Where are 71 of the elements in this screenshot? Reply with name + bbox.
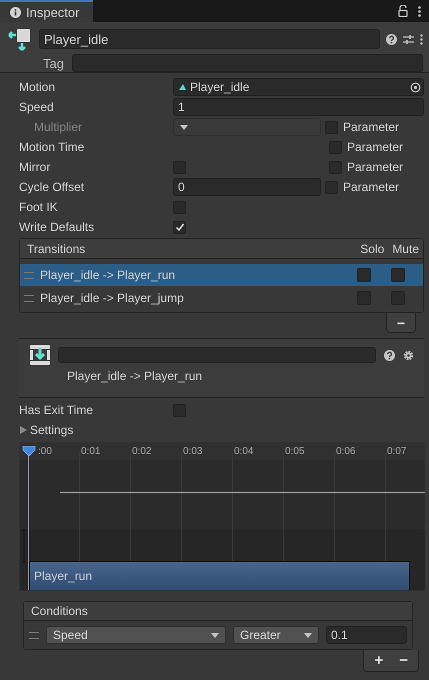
column-header: Solo: [360, 242, 384, 256]
time-tick-label: 0:02: [132, 446, 152, 457]
add-button[interactable]: +: [368, 650, 390, 671]
time-tick-label: :00: [38, 446, 52, 457]
motion-field[interactable]: Player_idle: [173, 78, 424, 96]
checkbox[interactable]: [173, 220, 186, 234]
tag-label: Tag: [43, 56, 64, 70]
time-tick-label: 0:05: [285, 446, 304, 457]
transition-row[interactable]: Player_idle -> Player_jump: [20, 287, 423, 309]
animation-clip-icon: [178, 83, 187, 91]
dropdown-arrow-icon: [211, 632, 219, 638]
property-label: Write Defaults: [19, 220, 96, 234]
inspector-tab[interactable]: Inspector: [0, 0, 93, 22]
info-icon: [10, 6, 21, 18]
property-label: Motion: [19, 80, 56, 94]
checkbox[interactable]: [357, 268, 371, 282]
transition-title: Player_idle -> Player_run: [66, 368, 204, 383]
transition-name-field[interactable]: [58, 347, 376, 363]
lock-icon[interactable]: [398, 5, 408, 17]
transition-name: Player_idle -> Player_jump: [40, 291, 185, 305]
parameter-label: Parameter: [343, 180, 400, 194]
conditions-header: Conditions: [24, 602, 412, 621]
parameter-label: Parameter: [347, 160, 404, 174]
time-tick-label: 0:03: [183, 446, 202, 457]
transition-row[interactable]: Player_idle -> Player_run: [20, 264, 423, 286]
threshold-field[interactable]: 0.1: [326, 626, 407, 644]
transitions-header: Transitions: [27, 242, 86, 256]
playhead-marker-icon[interactable]: [22, 446, 36, 456]
transition-name: Player_idle -> Player_run: [40, 268, 176, 282]
time-tick-label: 0:06: [336, 446, 356, 457]
more-icon[interactable]: [420, 34, 423, 44]
name-field[interactable]: Player_idle: [39, 29, 380, 49]
property-label: Speed: [19, 100, 55, 114]
property-label: Has Exit Time: [19, 403, 94, 417]
remove-button[interactable]: −: [393, 650, 414, 671]
gear-icon[interactable]: [403, 350, 414, 360]
time-ruler[interactable]: [20, 443, 425, 460]
more-icon[interactable]: [418, 6, 421, 16]
help-icon[interactable]: [384, 350, 395, 360]
time-tick-label: 0:07: [387, 446, 406, 457]
checkbox[interactable]: [391, 268, 405, 282]
parameter-label: Parameter: [347, 140, 404, 154]
drag-handle-icon[interactable]: [29, 632, 39, 638]
number-field[interactable]: 1: [173, 98, 424, 116]
property-label: Motion Time: [19, 140, 86, 154]
parameter-label: Parameter: [343, 120, 400, 134]
property-label: Cycle Offset: [19, 180, 86, 194]
transition-icon: [30, 345, 50, 365]
help-icon[interactable]: [386, 34, 397, 44]
remove-button[interactable]: −: [386, 313, 416, 333]
animation-clip-bar[interactable]: Player_run: [29, 561, 410, 590]
dropdown-arrow-icon: [180, 124, 188, 130]
tag-field[interactable]: [72, 54, 423, 72]
object-picker-icon[interactable]: [410, 82, 421, 92]
sliders-icon[interactable]: [403, 34, 414, 44]
time-tick-label: 0:01: [81, 446, 100, 457]
state-icon: [8, 26, 33, 52]
drag-handle-icon[interactable]: [24, 272, 34, 278]
property-label: Multiplier: [33, 120, 84, 134]
number-field[interactable]: 0: [173, 178, 321, 196]
foldout-arrow-icon: [20, 426, 27, 434]
drag-handle-icon[interactable]: [24, 294, 34, 302]
mode-dropdown[interactable]: Greater: [233, 626, 319, 644]
time-tick-label: 0:04: [234, 446, 254, 457]
parameter-dropdown[interactable]: Speed: [46, 626, 226, 644]
column-header: Mute: [392, 242, 419, 256]
settings-foldout[interactable]: Settings: [0, 420, 74, 440]
property-label: Mirror: [19, 160, 52, 174]
bracket-drawing: [22, 530, 26, 562]
dropdown-arrow-icon: [304, 632, 312, 638]
property-label: Foot IK: [19, 200, 59, 214]
